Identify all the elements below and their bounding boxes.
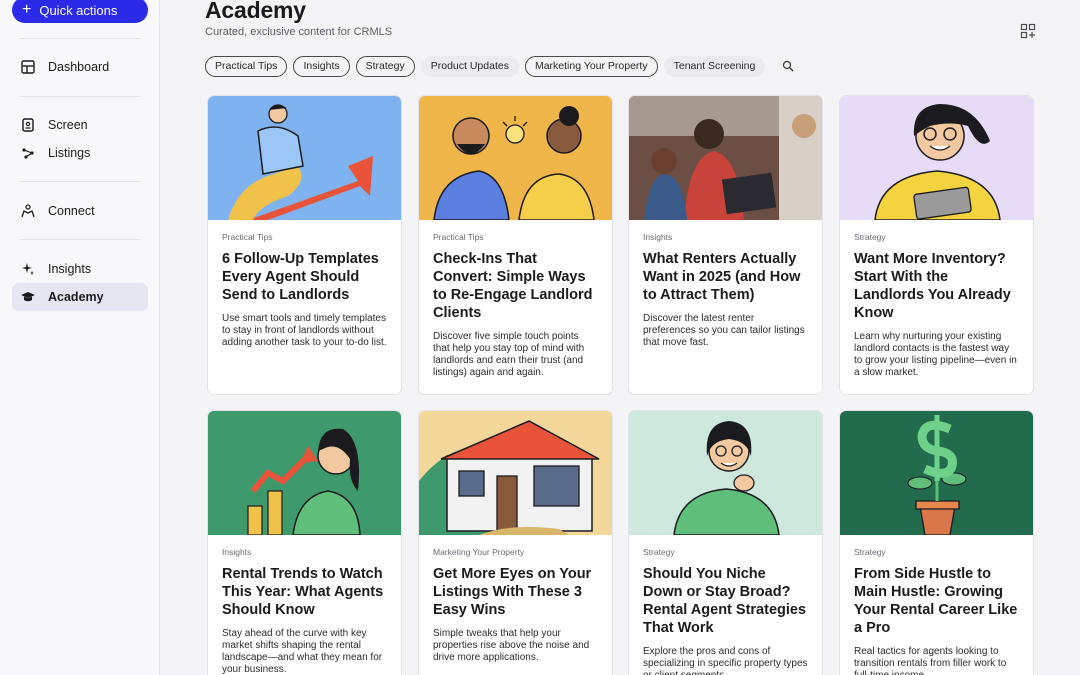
card-title[interactable]: Want More Inventory? Start With the Land…: [854, 250, 1019, 322]
divider: [20, 96, 140, 97]
card-description: Discover the latest renter preferences s…: [643, 313, 805, 348]
card-title[interactable]: Get More Eyes on Your Listings With Thes…: [433, 565, 598, 619]
filter-chip-tenant-screening[interactable]: Tenant Screening: [663, 55, 766, 77]
sidebar-item-label: Connect: [48, 204, 95, 218]
card-title[interactable]: Rental Trends to Watch This Year: What A…: [222, 565, 387, 619]
sidebar-item-dashboard[interactable]: Dashboard: [12, 53, 148, 81]
card-illustration: [419, 96, 612, 220]
article-card[interactable]: Insights Rental Trends to Watch This Yea…: [207, 410, 402, 675]
card-description: Discover five simple touch points that h…: [433, 331, 585, 378]
sidebar-item-listings[interactable]: Listings: [12, 139, 148, 167]
filter-chip-insights[interactable]: Insights: [293, 55, 350, 77]
card-category: Strategy: [854, 547, 886, 557]
sidebar-item-label: Academy: [48, 290, 104, 304]
sidebar-item-label: Listings: [48, 146, 91, 160]
divider: [20, 239, 140, 240]
connect-icon: [20, 203, 36, 219]
divider: [20, 181, 140, 182]
article-card[interactable]: Practical Tips 6 Follow-Up Templates Eve…: [207, 95, 402, 395]
card-description: Simple tweaks that help your properties …: [433, 628, 590, 663]
sidebar: + Quick actions Dashboard Screen Listing…: [0, 0, 160, 675]
screen-icon: [20, 117, 36, 133]
card-description: Learn why nurturing your existing landlo…: [854, 331, 1017, 378]
sidebar-item-insights[interactable]: Insights: [12, 255, 148, 283]
card-photo: [629, 96, 822, 220]
filter-chips: Practical Tips Insights Strategy Product…: [205, 55, 799, 77]
sidebar-item-label: Insights: [48, 262, 92, 276]
plus-icon: +: [22, 1, 32, 18]
page-title: Academy: [205, 0, 306, 23]
card-description: Use smart tools and timely templates to …: [222, 313, 387, 348]
article-card[interactable]: Strategy From Side Hustle to Main Hustle…: [839, 410, 1034, 675]
card-category: Practical Tips: [433, 232, 484, 242]
filter-chip-product-updates[interactable]: Product Updates: [420, 55, 519, 77]
card-category: Marketing Your Property: [433, 547, 525, 557]
card-illustration: [208, 96, 401, 220]
sidebar-item-connect[interactable]: Connect: [12, 197, 148, 225]
card-title[interactable]: 6 Follow-Up Templates Every Agent Should…: [222, 250, 387, 304]
sidebar-item-academy[interactable]: Academy: [12, 283, 148, 311]
dashboard-icon: [20, 59, 36, 75]
card-illustration: [629, 411, 822, 535]
card-title[interactable]: What Renters Actually Want in 2025 (and …: [643, 250, 808, 304]
filter-chip-marketing-your-property[interactable]: Marketing Your Property: [524, 55, 658, 77]
card-illustration: [840, 96, 1033, 220]
grid-view-icon[interactable]: [1020, 23, 1036, 39]
quick-actions-button[interactable]: + Quick actions: [12, 0, 148, 23]
quick-actions-label: Quick actions: [39, 2, 118, 18]
filter-chip-strategy[interactable]: Strategy: [355, 55, 415, 77]
card-category: Insights: [643, 232, 673, 242]
card-category: Insights: [222, 547, 252, 557]
card-illustration: [208, 411, 401, 535]
card-illustration: [419, 411, 612, 535]
card-category: Strategy: [643, 547, 675, 557]
card-description: Stay ahead of the curve with key market …: [222, 628, 383, 675]
card-illustration: [840, 411, 1033, 535]
sidebar-item-label: Dashboard: [48, 60, 110, 74]
divider: [20, 38, 140, 39]
card-title[interactable]: Check-Ins That Convert: Simple Ways to R…: [433, 250, 598, 322]
academy-icon: [20, 289, 36, 305]
listings-icon: [20, 145, 36, 161]
article-card[interactable]: Insights What Renters Actually Want in 2…: [628, 95, 823, 395]
sidebar-item-screen[interactable]: Screen: [12, 111, 148, 139]
card-description: Real tactics for agents looking to trans…: [854, 646, 1007, 675]
filter-chip-practical-tips[interactable]: Practical Tips: [205, 55, 288, 77]
article-card[interactable]: Strategy Should You Niche Down or Stay B…: [628, 410, 823, 675]
card-title[interactable]: From Side Hustle to Main Hustle: Growing…: [854, 565, 1019, 637]
search-icon[interactable]: [777, 55, 799, 77]
article-card[interactable]: Strategy Want More Inventory? Start With…: [839, 95, 1034, 395]
sidebar-item-label: Screen: [48, 118, 88, 132]
main-content: Academy Curated, exclusive content for C…: [160, 0, 1080, 675]
insights-icon: [20, 261, 36, 277]
card-category: Strategy: [854, 232, 886, 242]
page-subtitle: Curated, exclusive content for CRMLS: [205, 26, 393, 38]
card-category: Practical Tips: [222, 232, 273, 242]
card-title[interactable]: Should You Niche Down or Stay Broad? Ren…: [643, 565, 808, 637]
article-card[interactable]: Marketing Your Property Get More Eyes on…: [418, 410, 613, 675]
card-description: Explore the pros and cons of specializin…: [643, 646, 808, 675]
article-card[interactable]: Practical Tips Check-Ins That Convert: S…: [418, 95, 613, 395]
